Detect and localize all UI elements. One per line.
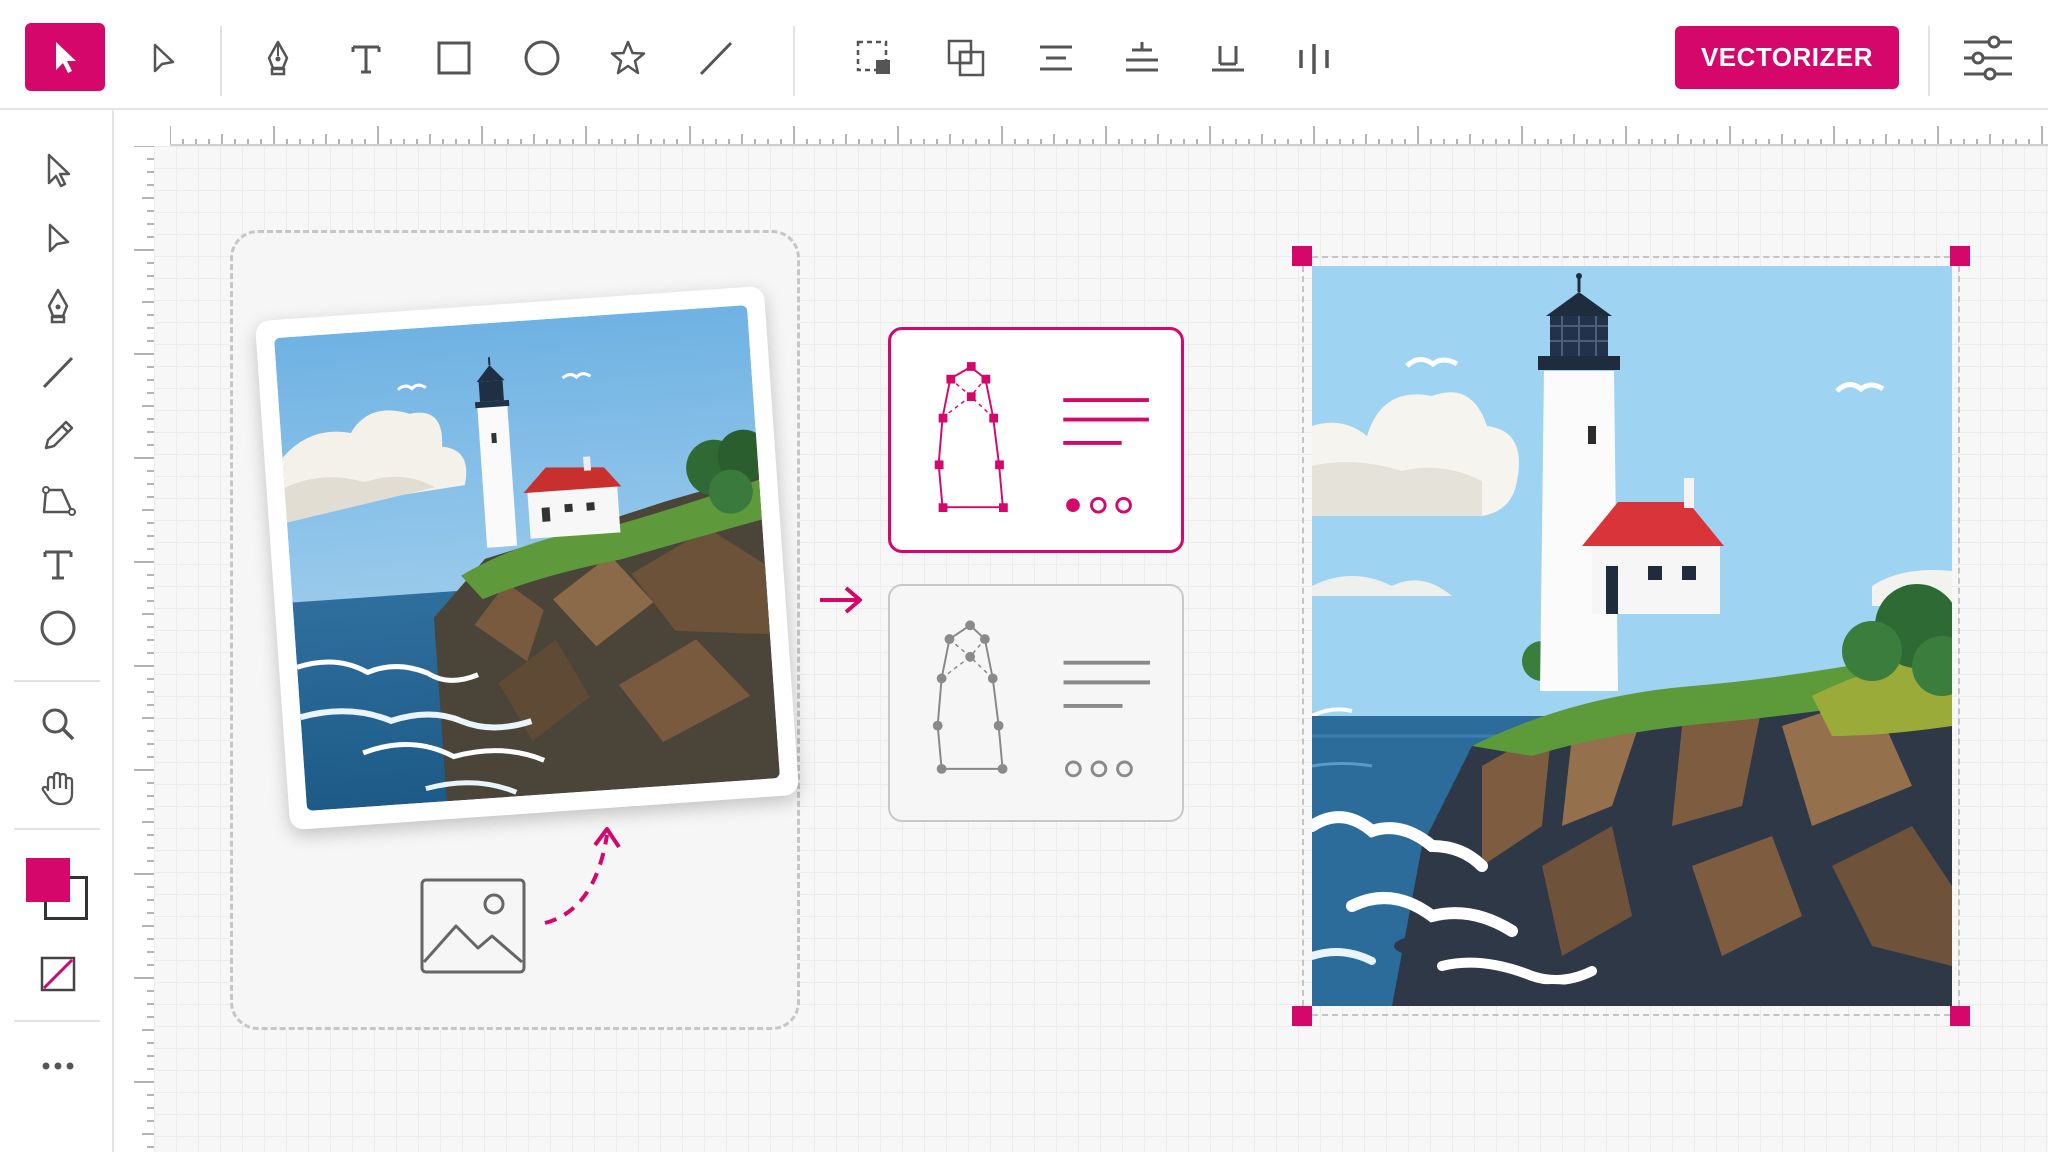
- image-placeholder-icon: [420, 878, 526, 974]
- left-tool-panel: [0, 110, 114, 1152]
- ellipse-tool-icon: [524, 40, 560, 76]
- group-objects-button[interactable]: [930, 22, 1002, 94]
- align-bottom-button[interactable]: [1192, 22, 1264, 94]
- star-tool-icon: [610, 40, 646, 75]
- more-options-button[interactable]: [22, 1036, 94, 1096]
- vector-option-simple[interactable]: [888, 584, 1184, 822]
- line-tool-icon: [42, 356, 74, 389]
- marquee-select-icon: [856, 40, 890, 74]
- shape-builder-icon: [42, 486, 76, 516]
- sliders-settings-icon: [1964, 35, 2012, 81]
- no-fill-button[interactable]: [22, 944, 94, 1004]
- toolbar-divider: [793, 26, 795, 96]
- path-preview-icon: [932, 620, 1151, 778]
- lighthouse-vector[interactable]: [1312, 266, 1952, 1006]
- panel-divider: [14, 680, 100, 682]
- left-direct-select-tool[interactable]: [22, 208, 94, 268]
- settings-button[interactable]: [1952, 22, 2024, 94]
- left-hand-tool[interactable]: [22, 758, 94, 818]
- star-tool-button[interactable]: [592, 22, 664, 94]
- resize-handle-top-right[interactable]: [1950, 246, 1970, 266]
- line-tool-button[interactable]: [680, 22, 752, 94]
- ellipse-tool-button[interactable]: [506, 22, 578, 94]
- left-ellipse-tool[interactable]: [22, 598, 94, 658]
- toolbar-divider: [220, 26, 222, 96]
- rectangle-tool-icon: [437, 41, 471, 75]
- group-objects-icon: [947, 39, 985, 77]
- left-pen-tool[interactable]: [22, 276, 94, 336]
- fill-stroke-swatch[interactable]: [26, 858, 92, 924]
- direct-select-icon: [48, 223, 70, 253]
- toolbar-divider: [1928, 26, 1930, 96]
- resize-handle-bottom-left[interactable]: [1292, 1006, 1312, 1026]
- vectorizer-label: VECTORIZER: [1700, 42, 1874, 72]
- vectorizer-button[interactable]: VECTORIZER: [1675, 26, 1899, 89]
- left-zoom-tool[interactable]: [22, 694, 94, 754]
- zoom-icon: [42, 708, 75, 741]
- upload-curved-arrow-icon: [544, 827, 621, 925]
- direct-select-tool-button[interactable]: [127, 22, 199, 94]
- select-arrow-icon: [47, 153, 71, 188]
- align-top-button[interactable]: [1106, 22, 1178, 94]
- resize-handle-bottom-right[interactable]: [1950, 1006, 1970, 1026]
- panel-divider: [14, 828, 100, 830]
- fill-swatch[interactable]: [26, 858, 70, 902]
- text-tool-icon: [351, 45, 381, 74]
- text-tool-icon: [43, 550, 73, 580]
- hand-pan-icon: [41, 771, 74, 806]
- lighthouse-photo: [274, 305, 780, 811]
- ellipse-tool-icon: [40, 610, 76, 646]
- vector-option-detailed[interactable]: [888, 327, 1184, 553]
- align-left-icon: [1040, 45, 1072, 71]
- top-toolbar: VECTORIZER: [0, 0, 2048, 110]
- select-tool-button[interactable]: [25, 23, 105, 91]
- pen-tool-icon: [47, 288, 69, 324]
- distribute-icon: [1299, 44, 1329, 74]
- left-shape-builder-tool[interactable]: [22, 470, 94, 530]
- flow-arrow-icon: [820, 586, 862, 614]
- path-preview-icon: [934, 362, 1149, 514]
- direct-select-icon: [153, 43, 175, 73]
- distribute-button[interactable]: [1278, 22, 1350, 94]
- marquee-select-button[interactable]: [838, 22, 910, 94]
- text-tool-button[interactable]: [330, 22, 402, 94]
- rectangle-tool-button[interactable]: [418, 22, 490, 94]
- left-select-tool[interactable]: [22, 140, 94, 200]
- align-left-button[interactable]: [1020, 22, 1092, 94]
- pen-tool-button[interactable]: [242, 22, 314, 94]
- pencil-tool-icon: [44, 420, 74, 450]
- left-line-tool[interactable]: [22, 342, 94, 402]
- horizontal-ruler: [170, 126, 2048, 146]
- line-tool-icon: [699, 41, 733, 76]
- resize-handle-top-left[interactable]: [1292, 246, 1312, 266]
- select-arrow-icon: [56, 42, 76, 73]
- more-options-icon: [42, 1062, 74, 1070]
- align-top-icon: [1126, 42, 1158, 72]
- vertical-ruler: [134, 146, 154, 1148]
- pen-tool-icon: [267, 40, 289, 76]
- left-pencil-tool[interactable]: [22, 406, 94, 466]
- panel-divider: [14, 1020, 100, 1022]
- no-fill-icon: [40, 956, 76, 992]
- left-text-tool[interactable]: [22, 534, 94, 594]
- align-bottom-icon: [1212, 46, 1244, 72]
- source-photo-card[interactable]: [254, 285, 800, 831]
